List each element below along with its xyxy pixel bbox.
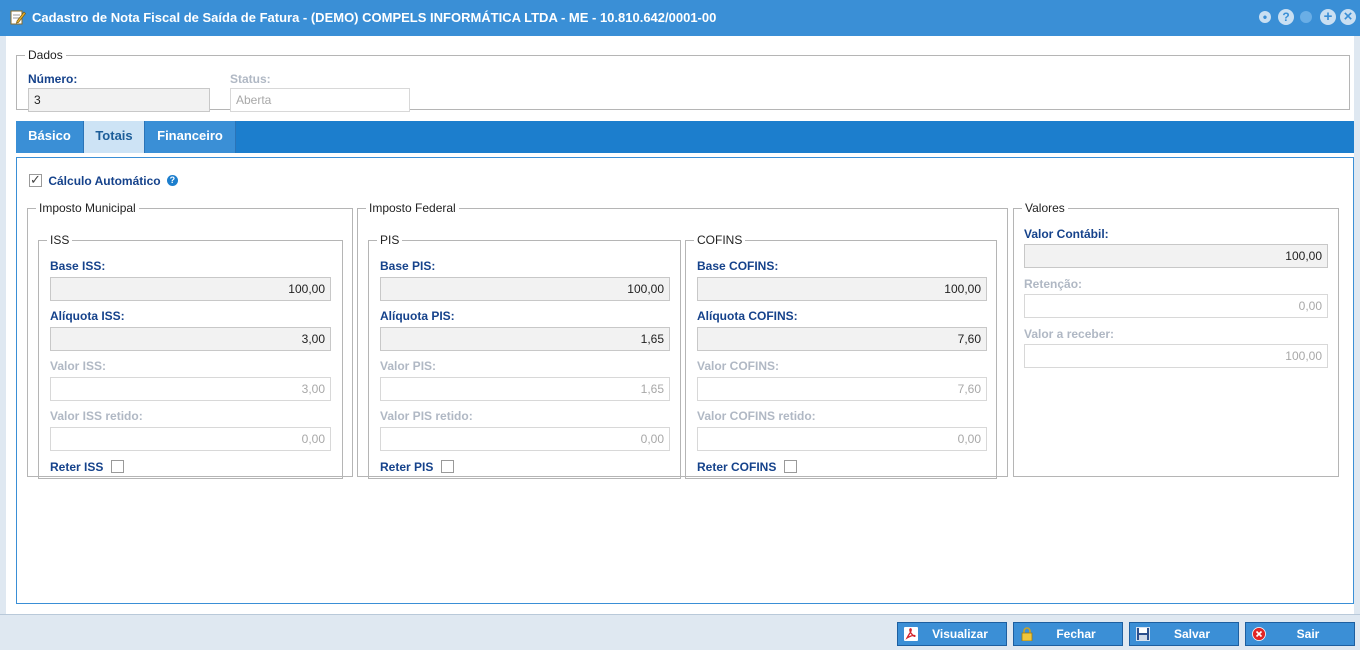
totais-panel: Cálculo Automático ? Imposto Municipal I… (16, 157, 1354, 604)
cofins-legend: COFINS (697, 233, 743, 247)
retencao-label: Retenção: (1024, 277, 1083, 291)
valor-receber-field: 100,00 (1024, 344, 1328, 368)
restore-button[interactable] (1300, 11, 1312, 23)
iss-fieldset: ISS Base ISS: 100,00 Alíquota ISS: 3,00 … (38, 233, 343, 479)
valor-contabil-label: Valor Contábil: (1024, 227, 1109, 241)
tab-bar: Básico Totais Financeiro (16, 121, 1354, 153)
dados-fieldset: Dados Número: 3 Status: Aberta (16, 48, 1350, 112)
base-iss-label: Base ISS: (50, 259, 106, 273)
help-icon[interactable]: ? (166, 175, 178, 187)
valores-legend: Valores (1025, 201, 1065, 215)
lock-icon (1021, 627, 1033, 641)
imposto-federal-legend: Imposto Federal (369, 201, 456, 215)
reter-pis-row: Reter PIS (380, 459, 454, 475)
valor-cofins-label: Valor COFINS: (697, 359, 780, 373)
reter-pis-label: Reter PIS (380, 459, 434, 474)
aliquota-cofins-label: Alíquota COFINS: (697, 309, 798, 323)
valor-cofins-field: 7,60 (697, 377, 987, 401)
reter-cofins-checkbox[interactable] (783, 460, 797, 474)
aliquota-cofins-field[interactable]: 7,60 (697, 327, 987, 351)
aliquota-iss-field[interactable]: 3,00 (50, 327, 331, 351)
valor-cofins-retido-label: Valor COFINS retido: (697, 409, 816, 423)
imposto-federal-fieldset: Imposto Federal PIS Base PIS: 100,00 Alí… (357, 201, 1008, 479)
calculo-automatico-row: Cálculo Automático ? (29, 172, 178, 189)
pis-fieldset: PIS Base PIS: 100,00 Alíquota PIS: 1,65 … (368, 233, 681, 479)
help-button[interactable]: ? (1278, 9, 1294, 25)
valor-pis-field: 1,65 (380, 377, 670, 401)
pdf-icon (904, 627, 918, 641)
minimize-button[interactable]: • (1259, 11, 1271, 23)
numero-label: Número: (28, 72, 78, 86)
aliquota-iss-label: Alíquota ISS: (50, 309, 125, 323)
valor-cofins-retido-field: 0,00 (697, 427, 987, 451)
cofins-fieldset: COFINS Base COFINS: 100,00 Alíquota COFI… (685, 233, 997, 479)
aliquota-pis-label: Alíquota PIS: (380, 309, 455, 323)
maximize-button[interactable]: + (1320, 9, 1336, 25)
footer-toolbar: Visualizar Fechar Salvar Sair (0, 614, 1360, 650)
valor-pis-label: Valor PIS: (380, 359, 437, 373)
tab-financeiro[interactable]: Financeiro (145, 121, 236, 153)
imposto-municipal-legend: Imposto Municipal (39, 201, 136, 215)
fechar-button[interactable]: Fechar (1013, 622, 1123, 646)
base-cofins-label: Base COFINS: (697, 259, 779, 273)
status-label: Status: (230, 72, 271, 86)
valor-contabil-field[interactable]: 100,00 (1024, 244, 1328, 268)
sair-button[interactable]: Sair (1245, 622, 1355, 646)
aliquota-pis-field[interactable]: 1,65 (380, 327, 670, 351)
calculo-automatico-label: Cálculo Automático (48, 173, 161, 188)
close-button[interactable]: × (1340, 9, 1356, 25)
retencao-field: 0,00 (1024, 294, 1328, 318)
reter-cofins-row: Reter COFINS (697, 459, 797, 475)
base-pis-label: Base PIS: (380, 259, 436, 273)
valor-receber-label: Valor a receber: (1024, 327, 1115, 341)
valor-iss-retido-label: Valor ISS retido: (50, 409, 143, 423)
dados-legend: Dados (28, 48, 63, 62)
base-cofins-field[interactable]: 100,00 (697, 277, 987, 301)
tab-totais[interactable]: Totais (84, 121, 145, 153)
base-pis-field[interactable]: 100,00 (380, 277, 670, 301)
edit-note-icon (10, 10, 26, 25)
window-titlebar: Cadastro de Nota Fiscal de Saída de Fatu… (0, 0, 1360, 36)
salvar-button[interactable]: Salvar (1129, 622, 1239, 646)
window-client-area: Dados Número: 3 Status: Aberta Básico To… (6, 36, 1354, 614)
tab-basico[interactable]: Básico (16, 121, 84, 153)
valor-pis-retido-label: Valor PIS retido: (380, 409, 473, 423)
valor-iss-field: 3,00 (50, 377, 331, 401)
iss-legend: ISS (50, 233, 70, 247)
visualizar-button[interactable]: Visualizar (897, 622, 1007, 646)
reter-iss-label: Reter ISS (50, 459, 104, 474)
numero-field[interactable]: 3 (28, 88, 210, 112)
pis-legend: PIS (380, 233, 400, 247)
valor-pis-retido-field: 0,00 (380, 427, 670, 451)
valor-iss-label: Valor ISS: (50, 359, 107, 373)
calculo-automatico-checkbox[interactable] (29, 172, 42, 188)
valores-fieldset: Valores Valor Contábil: 100,00 Retenção:… (1013, 201, 1339, 477)
window-title: Cadastro de Nota Fiscal de Saída de Fatu… (32, 10, 717, 25)
reter-cofins-label: Reter COFINS (697, 459, 777, 474)
exit-icon (1252, 627, 1266, 641)
base-iss-field[interactable]: 100,00 (50, 277, 331, 301)
status-field: Aberta (230, 88, 410, 112)
valor-iss-retido-field: 0,00 (50, 427, 331, 451)
floppy-disk-icon (1136, 627, 1150, 641)
reter-iss-row: Reter ISS (50, 459, 124, 475)
imposto-municipal-fieldset: Imposto Municipal ISS Base ISS: 100,00 A… (27, 201, 353, 479)
reter-iss-checkbox[interactable] (110, 460, 124, 474)
reter-pis-checkbox[interactable] (440, 460, 454, 474)
